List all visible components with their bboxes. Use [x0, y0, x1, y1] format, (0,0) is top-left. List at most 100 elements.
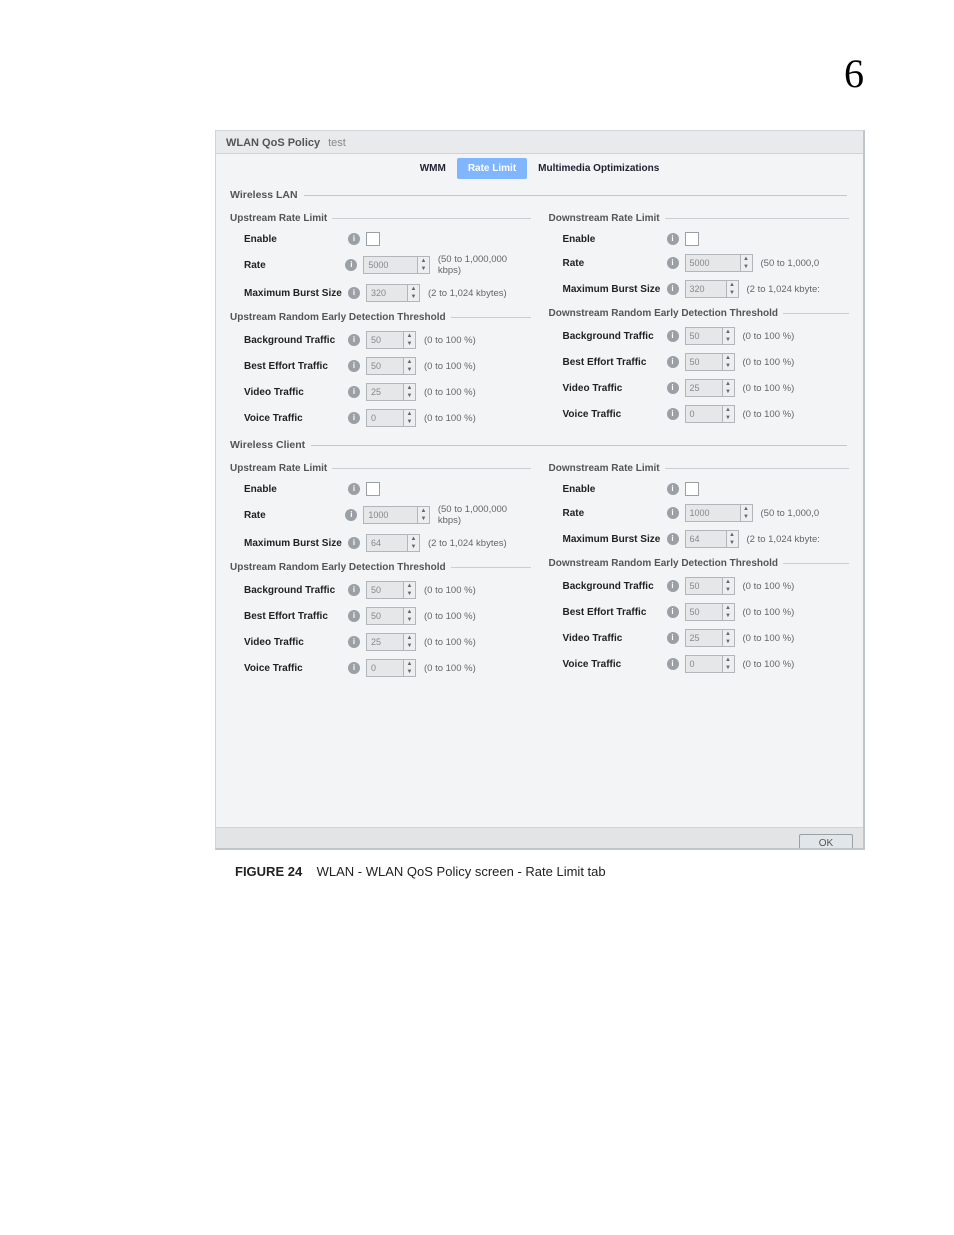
client-up-voice-input[interactable]: 0	[366, 659, 404, 677]
info-icon[interactable]: i	[345, 509, 357, 521]
suffix-pct: (0 to 100 %)	[743, 357, 795, 368]
lan-down-rate-input[interactable]: 5000	[685, 254, 741, 272]
spinner[interactable]: ▲▼	[404, 633, 416, 651]
info-icon[interactable]: i	[348, 610, 360, 622]
spinner[interactable]: ▲▼	[404, 659, 416, 677]
client-down-be-input[interactable]: 50	[685, 603, 723, 621]
lan-down-be-input[interactable]: 50	[685, 353, 723, 371]
section-wireless-lan: Wireless LAN	[230, 189, 849, 201]
spinner[interactable]: ▲▼	[404, 383, 416, 401]
lan-down-bg-input[interactable]: 50	[685, 327, 723, 345]
lan-up-burst-input[interactable]: 320	[366, 284, 408, 302]
spinner[interactable]: ▲▼	[723, 629, 735, 647]
spinner[interactable]: ▲▼	[727, 280, 739, 298]
suffix-burst-trunc: (2 to 1,024 kbyte:	[747, 284, 820, 295]
lan-up-be-input[interactable]: 50	[366, 357, 404, 375]
lan-down-enable-checkbox[interactable]	[685, 232, 699, 246]
client-up-be-input[interactable]: 50	[366, 607, 404, 625]
info-icon[interactable]: i	[345, 259, 357, 271]
spinner[interactable]: ▲▼	[723, 577, 735, 595]
field-label-rate: Rate	[244, 260, 345, 271]
spinner[interactable]: ▲▼	[741, 504, 753, 522]
spinner[interactable]: ▲▼	[408, 284, 420, 302]
suffix-pct: (0 to 100 %)	[743, 383, 795, 394]
spinner[interactable]: ▲▼	[418, 506, 430, 524]
tab-rate-limit[interactable]: Rate Limit	[457, 158, 527, 179]
spinner[interactable]: ▲▼	[723, 603, 735, 621]
info-icon[interactable]: i	[348, 360, 360, 372]
client-up-burst-input[interactable]: 64	[366, 534, 408, 552]
lan-down-video-input[interactable]: 25	[685, 379, 723, 397]
spinner[interactable]: ▲▼	[404, 357, 416, 375]
client-down-burst-input[interactable]: 64	[685, 530, 727, 548]
info-icon[interactable]: i	[667, 356, 679, 368]
info-icon[interactable]: i	[348, 233, 360, 245]
info-icon[interactable]: i	[348, 662, 360, 674]
info-icon[interactable]: i	[348, 584, 360, 596]
tab-multimedia-optimizations[interactable]: Multimedia Optimizations	[527, 158, 670, 179]
info-icon[interactable]: i	[667, 257, 679, 269]
figure-label: FIGURE 24	[235, 864, 302, 879]
spinner[interactable]: ▲▼	[723, 379, 735, 397]
client-down-video-input[interactable]: 25	[685, 629, 723, 647]
field-label-rate: Rate	[563, 508, 667, 519]
info-icon[interactable]: i	[348, 334, 360, 346]
spinner[interactable]: ▲▼	[418, 256, 430, 274]
info-icon[interactable]: i	[667, 658, 679, 670]
suffix-pct: (0 to 100 %)	[424, 387, 476, 398]
lan-down-burst-input[interactable]: 320	[685, 280, 727, 298]
info-icon[interactable]: i	[667, 382, 679, 394]
info-icon[interactable]: i	[667, 533, 679, 545]
info-icon[interactable]: i	[667, 408, 679, 420]
info-icon[interactable]: i	[667, 507, 679, 519]
client-down-bg-input[interactable]: 50	[685, 577, 723, 595]
client-up-bg-input[interactable]: 50	[366, 581, 404, 599]
panel-title-value: test	[328, 137, 346, 149]
lan-down-voice-input[interactable]: 0	[685, 405, 723, 423]
info-icon[interactable]: i	[667, 580, 679, 592]
tab-wmm[interactable]: WMM	[409, 158, 457, 179]
ok-button[interactable]: OK	[799, 834, 853, 850]
screenshot-panel: WLAN QoS Policy test WMM Rate Limit Mult…	[215, 130, 865, 850]
field-label-video: Video Traffic	[244, 387, 348, 398]
spinner[interactable]: ▲▼	[727, 530, 739, 548]
info-icon[interactable]: i	[348, 412, 360, 424]
lan-up-rate-input[interactable]: 5000	[363, 256, 418, 274]
field-label-max-burst: Maximum Burst Size	[244, 538, 348, 549]
info-icon[interactable]: i	[348, 386, 360, 398]
spinner[interactable]: ▲▼	[723, 353, 735, 371]
info-icon[interactable]: i	[348, 636, 360, 648]
info-icon[interactable]: i	[667, 233, 679, 245]
info-icon[interactable]: i	[667, 283, 679, 295]
spinner[interactable]: ▲▼	[404, 607, 416, 625]
info-icon[interactable]: i	[348, 287, 360, 299]
spinner[interactable]: ▲▼	[404, 409, 416, 427]
client-up-video-input[interactable]: 25	[366, 633, 404, 651]
lan-up-voice-input[interactable]: 0	[366, 409, 404, 427]
client-up-rate-input[interactable]: 1000	[363, 506, 418, 524]
suffix-pct: (0 to 100 %)	[743, 581, 795, 592]
spinner[interactable]: ▲▼	[723, 327, 735, 345]
spinner[interactable]: ▲▼	[723, 405, 735, 423]
spinner[interactable]: ▲▼	[741, 254, 753, 272]
lan-up-bg-input[interactable]: 50	[366, 331, 404, 349]
client-down-enable-checkbox[interactable]	[685, 482, 699, 496]
lan-up-enable-checkbox[interactable]	[366, 232, 380, 246]
spinner[interactable]: ▲▼	[723, 655, 735, 673]
client-up-enable-checkbox[interactable]	[366, 482, 380, 496]
spinner[interactable]: ▲▼	[404, 331, 416, 349]
info-icon[interactable]: i	[348, 483, 360, 495]
suffix-pct: (0 to 100 %)	[743, 607, 795, 618]
info-icon[interactable]: i	[667, 632, 679, 644]
info-icon[interactable]: i	[348, 537, 360, 549]
spinner[interactable]: ▲▼	[408, 534, 420, 552]
client-down-rate-input[interactable]: 1000	[685, 504, 741, 522]
spinner[interactable]: ▲▼	[404, 581, 416, 599]
info-icon[interactable]: i	[667, 483, 679, 495]
info-icon[interactable]: i	[667, 606, 679, 618]
lan-up-video-input[interactable]: 25	[366, 383, 404, 401]
field-label-be: Best Effort Traffic	[244, 611, 348, 622]
client-down-voice-input[interactable]: 0	[685, 655, 723, 673]
info-icon[interactable]: i	[667, 330, 679, 342]
suffix-pct: (0 to 100 %)	[743, 633, 795, 644]
